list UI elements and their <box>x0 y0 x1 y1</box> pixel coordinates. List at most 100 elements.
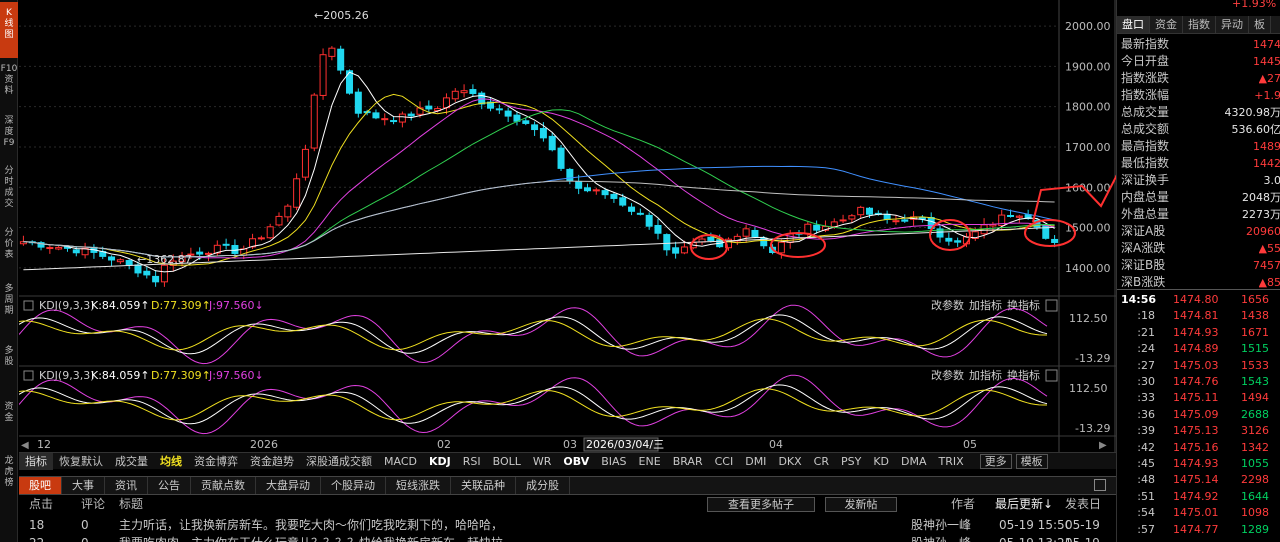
indicator-9[interactable]: RSI <box>457 453 487 470</box>
indicator-21[interactable]: KD <box>867 453 895 470</box>
indicator-5[interactable]: 资金趋势 <box>244 453 300 470</box>
post-row[interactable]: 18 0 主力听话，让我换新房新车。我要吃大肉～你们吃我吃剩下的，哈哈哈， 股神孙一峰… <box>19 516 1116 534</box>
left-nav-item-4[interactable]: 分 价 表 <box>0 222 18 274</box>
tick-volume: 1494 <box>1241 391 1269 405</box>
quote-row: 内盘总量 2048万 <box>1117 189 1280 206</box>
indicator-18[interactable]: DKX <box>772 453 807 470</box>
bottom-tab-9[interactable]: 成分股 <box>516 477 570 494</box>
indicator-8[interactable]: KDJ <box>423 453 457 470</box>
right-tab-0[interactable]: 盘口 <box>1117 16 1150 33</box>
kdj-action[interactable]: 改参数 <box>931 368 964 382</box>
high-label: ←2005.26 <box>314 9 369 22</box>
bottom-close-icon[interactable] <box>1094 479 1106 491</box>
kdj-action[interactable]: 换指标 <box>1007 298 1040 312</box>
indicator-15[interactable]: BRAR <box>667 453 709 470</box>
bottom-tab-3[interactable]: 公告 <box>148 477 191 494</box>
quote-label: 指数涨幅 <box>1121 88 1170 102</box>
left-nav-item-5[interactable]: 多 周 期 <box>0 278 18 334</box>
indicator-12[interactable]: OBV <box>557 453 595 470</box>
left-nav-item-3[interactable]: 分 时 成 交 <box>0 160 18 218</box>
kdj-action[interactable]: 换指标 <box>1007 368 1040 382</box>
indicator-25[interactable]: 模板 <box>1015 453 1048 469</box>
bottom-tab-5[interactable]: 大盘异动 <box>256 477 321 494</box>
indicator-11[interactable]: WR <box>527 453 558 470</box>
indicator-14[interactable]: ENE <box>633 453 667 470</box>
col-last-update[interactable]: 最后更新↓ <box>995 496 1053 513</box>
right-tab-4[interactable]: 板 <box>1249 16 1271 33</box>
right-tab-1[interactable]: 资金 <box>1150 16 1183 33</box>
candle-body <box>55 246 63 250</box>
candle-body <box>354 91 362 114</box>
scroll-left-icon[interactable]: ◀ <box>21 440 29 451</box>
left-nav-item-1[interactable]: F10 资 料 <box>0 58 18 106</box>
bottom-tab-0[interactable]: 股吧 <box>19 477 62 494</box>
post-row[interactable]: 22 0 我要吃肉肉，主力你在干什么玩意儿？？？？快给我换新房新车，赶快拉。 股神孙一… <box>19 534 1116 542</box>
candle-body <box>892 220 900 223</box>
indicator-23[interactable]: TRIX <box>933 453 970 470</box>
quote-label: 最高指数 <box>1121 139 1170 153</box>
scroll-right-icon[interactable]: ▶ <box>1099 440 1107 451</box>
kdj-action[interactable]: 加指标 <box>969 368 1002 382</box>
indicator-13[interactable]: BIAS <box>595 453 632 470</box>
left-nav-item-0[interactable]: K 线 图 <box>0 2 18 58</box>
new-post-button[interactable]: 发新帖 <box>825 497 897 512</box>
bottom-panel: 股吧 大事 资讯 公告 贡献点数 大盘异动 个股异动 短线涨跌 关联品种 成分股 点击 评论 标题… <box>19 476 1116 542</box>
quote-label: 深证A股 <box>1121 224 1166 238</box>
indicator-19[interactable]: CR <box>808 453 835 470</box>
candle-body <box>319 54 327 96</box>
indicator-1[interactable]: 恢复默认 <box>53 453 109 470</box>
bottom-tab-1[interactable]: 大事 <box>62 477 105 494</box>
left-nav-item-2[interactable]: 深 度 F9 <box>0 110 18 158</box>
tick-volume: 1543 <box>1241 375 1269 388</box>
candle-body <box>813 224 821 231</box>
indicator-0[interactable]: 指标 <box>19 452 53 470</box>
right-tab-3[interactable]: 异动 <box>1216 16 1249 33</box>
kdj-action[interactable]: 改参数 <box>931 298 964 312</box>
indicator-3[interactable]: 均线 <box>154 453 188 470</box>
indicator-20[interactable]: PSY <box>835 453 867 470</box>
kdj-action[interactable]: 加指标 <box>969 298 1002 312</box>
left-nav-item-8[interactable]: 龙 虎 榜 <box>0 450 18 510</box>
right-tab-2[interactable]: 指数 <box>1183 16 1216 33</box>
quote-row: 指数涨幅 +1.9 <box>1117 87 1280 104</box>
indicator-2[interactable]: 成交量 <box>109 453 154 470</box>
more-posts-button[interactable]: 查看更多帖子 <box>707 497 815 512</box>
candle-body <box>751 229 759 238</box>
indicator-16[interactable]: CCI <box>709 453 740 470</box>
indicator-22[interactable]: DMA <box>895 453 933 470</box>
col-author: 作者 <box>951 497 976 511</box>
kline-chart[interactable]: 2000.001900.001800.001700.001600.001500.… <box>19 0 1116 452</box>
candle-body <box>522 120 530 124</box>
indicator-7[interactable]: MACD <box>378 453 423 470</box>
left-nav-item-6[interactable]: 多 股 <box>0 340 18 390</box>
post-title[interactable]: 我要吃肉肉，主力你在干什么玩意儿？？？？快给我换新房新车，赶快拉。 <box>119 534 539 542</box>
candle-body <box>1007 214 1015 217</box>
candle-body <box>125 260 133 266</box>
indicator-6[interactable]: 深股通成交额 <box>300 453 378 470</box>
bottom-tabs: 股吧 大事 资讯 公告 贡献点数 大盘异动 个股异动 短线涨跌 关联品种 成分股 <box>19 476 1116 495</box>
tick-price: 1475.13 <box>1173 424 1219 438</box>
quote-value: 3.0 <box>1263 174 1280 187</box>
indicator-10[interactable]: BOLL <box>487 453 527 470</box>
bottom-tab-8[interactable]: 关联品种 <box>451 477 516 494</box>
chart-area[interactable]: 2000.00 1900.00 1800.00 1700.00 1600.00 1500.… <box>19 0 1116 452</box>
bottom-tab-4[interactable]: 贡献点数 <box>191 477 256 494</box>
candle-body <box>654 224 662 234</box>
tick-volume: 3126 <box>1241 424 1269 438</box>
indicator-4[interactable]: 资金博弈 <box>188 453 244 470</box>
col-publish: 发表日 <box>1065 497 1102 511</box>
bottom-tab-2[interactable]: 资讯 <box>105 477 148 494</box>
quote-row: 最低指数 1442 <box>1117 155 1280 172</box>
bottom-tab-6[interactable]: 个股异动 <box>321 477 386 494</box>
tick-volume: 1342 <box>1241 440 1269 454</box>
quote-row: 深证换手 3.0 <box>1117 172 1280 189</box>
tick-row: :21 1474.93 1671 <box>1117 325 1280 341</box>
bottom-tab-7[interactable]: 短线涨跌 <box>386 477 451 494</box>
left-nav-item-7[interactable]: 资 金 <box>0 396 18 444</box>
tick-volume: 1533 <box>1241 358 1269 372</box>
candle-body <box>196 251 204 255</box>
tick-price: 1475.03 <box>1173 358 1219 372</box>
indicator-17[interactable]: DMI <box>739 453 772 470</box>
post-title[interactable]: 主力听话，让我换新房新车。我要吃大肉～你们吃我吃剩下的，哈哈哈， <box>119 516 539 534</box>
indicator-24[interactable]: 更多 <box>979 453 1012 469</box>
